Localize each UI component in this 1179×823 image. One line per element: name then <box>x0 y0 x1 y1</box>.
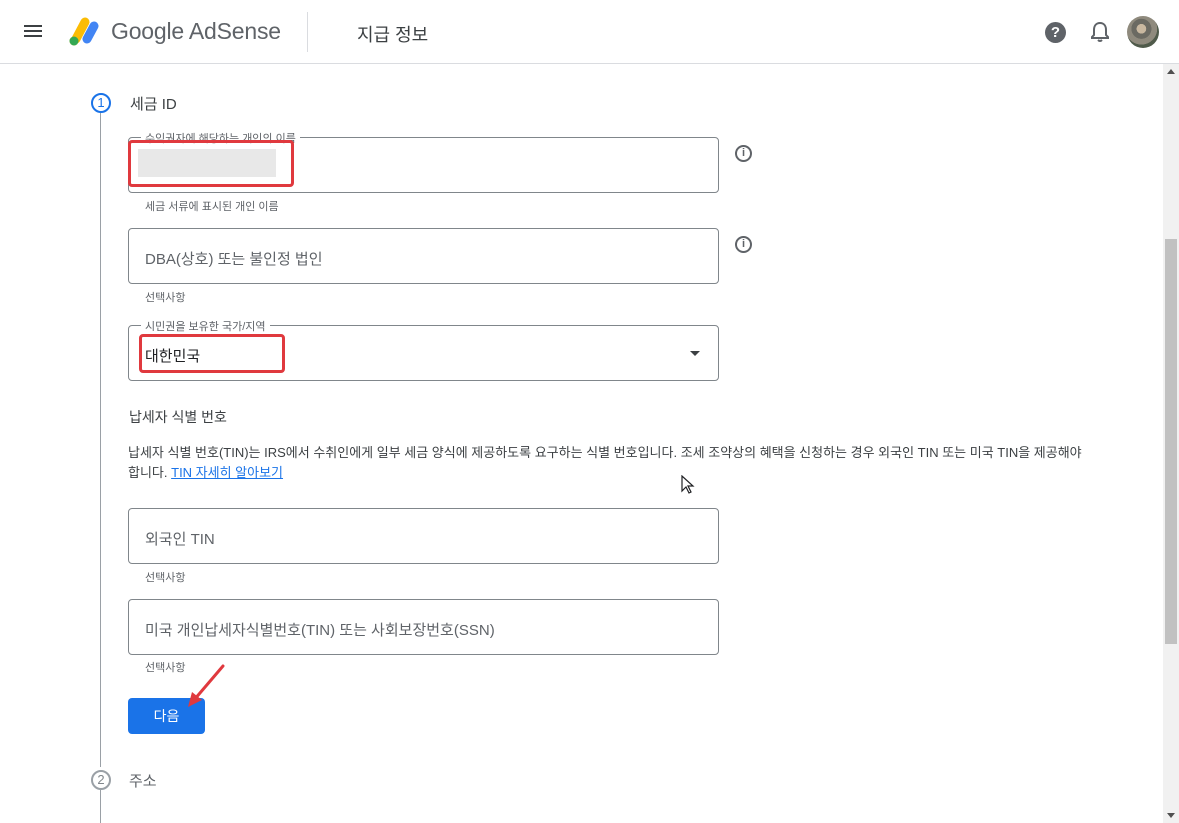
step-1-indicator: 1 <box>91 93 111 113</box>
scroll-down-arrow-icon[interactable] <box>1167 813 1175 818</box>
foreign-tin-placeholder: 외국인 TIN <box>145 531 215 548</box>
annotation-highlight-box <box>128 140 294 187</box>
tin-section-heading: 납세자 식별 번호 <box>129 409 227 425</box>
avatar[interactable] <box>1127 16 1159 48</box>
stepper-line <box>100 790 101 823</box>
step-1-title: 세금 ID <box>130 96 177 113</box>
foreign-tin-hint: 선택사항 <box>145 572 186 584</box>
scroll-up-arrow-icon[interactable] <box>1167 69 1175 74</box>
step-2-title[interactable]: 주소 <box>129 770 157 791</box>
page-title: 지급 정보 <box>357 25 429 45</box>
beneficiary-name-hint: 세금 서류에 표시된 개인 이름 <box>145 201 279 213</box>
mouse-cursor-icon <box>681 475 695 494</box>
dba-placeholder: DBA(상호) 또는 불인정 법인 <box>145 251 323 268</box>
info-icon[interactable]: i <box>735 236 752 253</box>
citizenship-country-label: 시민권을 보유한 국가/지역 <box>141 318 270 334</box>
tin-learn-more-link[interactable]: TIN 자세히 알아보기 <box>171 465 283 480</box>
scrollbar[interactable] <box>1163 64 1179 823</box>
adsense-logo[interactable] <box>66 15 100 47</box>
us-tin-placeholder: 미국 개인납세자식별번호(TIN) 또는 사회보장번호(SSN) <box>145 622 495 639</box>
help-icon[interactable]: ? <box>1045 22 1066 43</box>
info-icon[interactable]: i <box>735 145 752 162</box>
top-app-bar: Google AdSense 지급 정보 ? <box>0 0 1179 64</box>
foreign-tin-field[interactable]: 외국인 TIN <box>128 508 719 564</box>
annotation-arrow-icon <box>188 664 225 707</box>
header-divider <box>307 12 308 52</box>
bell-icon[interactable] <box>1090 21 1110 43</box>
us-tin-field[interactable]: 미국 개인납세자식별번호(TIN) 또는 사회보장번호(SSN) <box>128 599 719 655</box>
dba-hint: 선택사항 <box>145 292 186 304</box>
chevron-down-icon[interactable] <box>690 351 700 356</box>
stepper-line <box>100 112 101 767</box>
scroll-thumb[interactable] <box>1165 239 1177 644</box>
dba-field[interactable]: DBA(상호) 또는 불인정 법인 <box>128 228 719 284</box>
menu-icon[interactable] <box>24 22 44 42</box>
tin-description: 납세자 식별 번호(TIN)는 IRS에서 수취인에게 일부 세금 양식에 제공… <box>128 443 1088 483</box>
app-name: Google AdSense <box>111 18 281 44</box>
step-2-indicator: 2 <box>91 770 111 790</box>
annotation-highlight-box <box>139 334 285 373</box>
